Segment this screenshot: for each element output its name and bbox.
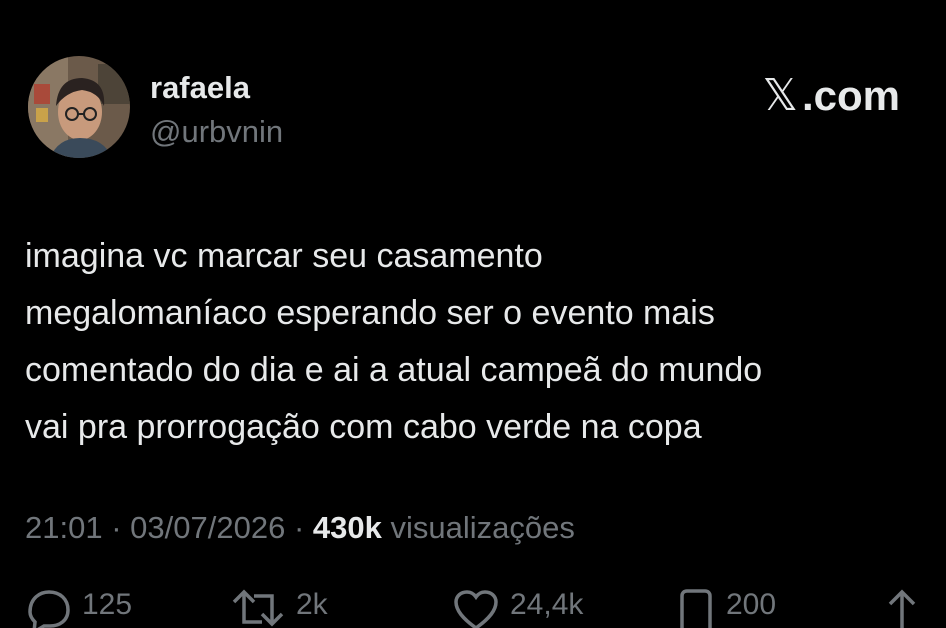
tweet-text-line: megalomaníaco esperando ser o evento mai… [25,294,715,332]
retweet-icon [232,589,284,627]
share-button[interactable] [882,588,922,628]
display-name[interactable]: rafaela [150,70,250,106]
bookmark-button[interactable]: 200 [676,588,776,628]
tweet-metadata: 21:01 · 03/07/2026 · 430k visualizações [25,510,575,546]
tweet-text-line: comentado do dia e ai a atual campeã do … [25,351,763,389]
x-logo-icon: 𝕏 [762,70,798,121]
like-button[interactable]: 24,4k [452,588,583,628]
tweet-text: imagina vc marcar seu casamento megaloma… [25,228,925,456]
retweet-button[interactable]: 2k [230,588,328,628]
tweet-text-line: vai pra prorrogação com cabo verde na co… [25,408,702,446]
meta-separator: · [111,510,122,545]
x-brand-logo: 𝕏 .com [763,70,900,121]
profile-photo [28,56,130,158]
reply-count: 125 [82,588,133,621]
tweet-actions-bar: 125 2k 24,4k 200 [0,588,946,628]
heart-icon [454,590,498,628]
share-icon [888,589,916,628]
like-count: 24,4k [510,588,584,621]
views-label[interactable]: visualizações [390,510,574,545]
bookmark-count: 200 [726,588,777,621]
user-handle[interactable]: @urbvnin [150,114,283,150]
tweet-text-line: imagina vc marcar seu casamento [25,237,543,275]
tweet-time[interactable]: 21:01 [25,510,103,545]
reply-icon [28,590,70,628]
meta-separator: · [293,510,305,545]
reply-button[interactable]: 125 [26,588,132,628]
retweet-count: 2k [296,588,328,621]
tweet-date[interactable]: 03/07/2026 [130,510,285,545]
brand-label: .com [801,71,900,119]
views-count[interactable]: 430k [313,510,382,545]
bookmark-icon [680,589,712,628]
avatar[interactable] [28,56,130,158]
